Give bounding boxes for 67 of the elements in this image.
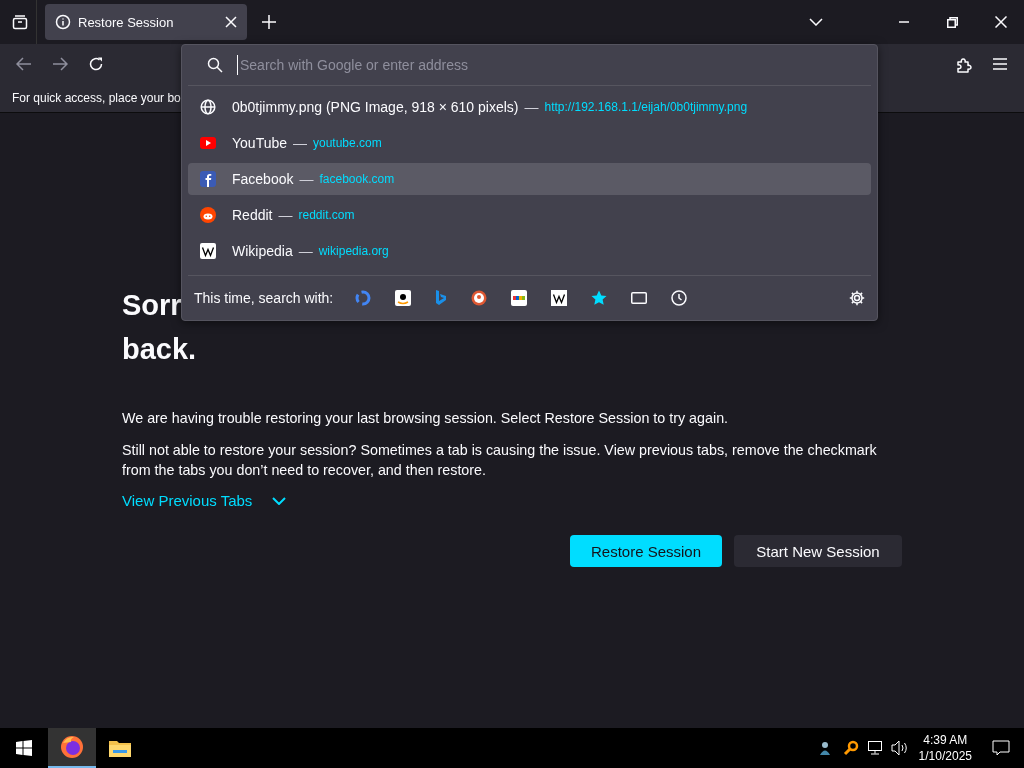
dash-separator: — xyxy=(293,135,307,151)
clock-date[interactable]: 1/10/2025 xyxy=(918,748,972,764)
w-logo-icon[interactable] xyxy=(551,290,568,306)
magnifier-icon[interactable] xyxy=(842,740,859,756)
b-logo-icon[interactable] xyxy=(435,290,448,306)
star-icon[interactable] xyxy=(591,290,608,306)
suggestion-row[interactable]: YouTube — youtube.com xyxy=(188,127,871,159)
dash-separator: — xyxy=(299,171,314,187)
suggestion-title: Reddit xyxy=(232,207,273,223)
message-paragraph: Still not able to restore your session? Sometimes a tab is causing the issue. View previous tabs, remove the checkmark from the tabs you don’t need to recover, and then restore. xyxy=(122,441,878,480)
view-previous-tabs-link[interactable]: View Previous Tabs xyxy=(122,492,253,509)
globe-icon xyxy=(200,99,216,115)
restore-session-button[interactable]: Restore Session xyxy=(570,535,722,567)
tab-list-icon[interactable] xyxy=(12,14,28,30)
clock-time[interactable]: 4:39 AM xyxy=(923,732,968,748)
fox-globe-icon xyxy=(60,735,84,759)
suggestion-row[interactable]: Facebook — facebook.com xyxy=(188,163,871,195)
suggestion-url: http://192.168.1.1/eijah/0b0tjimmy.png xyxy=(544,100,748,114)
suggestion-title: Facebook xyxy=(232,171,294,187)
suggestion-title: 0b0tjimmy.png (PNG Image, 918 × 610 pixels) xyxy=(232,99,519,115)
suggestion-url: facebook.com xyxy=(319,172,395,186)
network-icon[interactable] xyxy=(866,740,883,756)
back-arrow-icon[interactable] xyxy=(16,57,32,71)
notification-icon[interactable] xyxy=(992,740,1010,756)
taskbar-app[interactable] xyxy=(48,728,96,768)
folder-icon xyxy=(109,739,131,757)
close-icon[interactable] xyxy=(995,16,1007,28)
suggestion-title: Wikipedia xyxy=(232,243,293,259)
colored-logo-icon[interactable] xyxy=(511,290,528,306)
dash-separator: — xyxy=(278,207,293,223)
browser-tab[interactable]: Restore Session xyxy=(45,4,247,40)
tab-icon[interactable] xyxy=(631,292,648,304)
menu-icon[interactable] xyxy=(993,58,1007,70)
suggestion-row[interactable]: 0b0tjimmy.png (PNG Image, 918 × 610 pixels) — http://192.168.1.1/eijah/0b0tjimmy.png xyxy=(188,91,871,123)
close-icon[interactable] xyxy=(225,16,237,28)
suggestion-row[interactable]: Reddit — reddit.com xyxy=(188,199,871,231)
speaker-icon[interactable] xyxy=(890,740,909,756)
info-icon xyxy=(55,14,71,30)
search-icon xyxy=(207,57,223,73)
f-logo-icon xyxy=(200,171,216,187)
windows-logo-icon xyxy=(16,740,32,756)
error-heading: Sorr xyxy=(122,288,182,323)
reload-icon[interactable] xyxy=(88,56,104,72)
suggestion-title: YouTube xyxy=(232,135,287,151)
message-paragraph: We are having trouble restoring your last browsing session. Select Restore Session to try again. xyxy=(122,409,730,428)
a-logo-icon[interactable] xyxy=(395,290,412,306)
settings-icon[interactable] xyxy=(849,290,865,306)
w-logo-icon xyxy=(200,243,216,259)
play-logo-icon xyxy=(200,137,216,149)
suggestion-url: reddit.com xyxy=(298,208,355,222)
search-with-label: This time, search with: xyxy=(194,290,334,306)
dash-separator: — xyxy=(524,99,539,115)
suggestion-row[interactable]: Wikipedia — wikipedia.org xyxy=(188,235,871,267)
new-tab-icon[interactable] xyxy=(262,15,276,29)
alien-logo-icon xyxy=(200,207,216,223)
puzzle-piece-icon[interactable] xyxy=(957,55,973,73)
suggestion-url: youtube.com xyxy=(313,136,382,150)
chevron-down-icon[interactable] xyxy=(272,496,287,505)
error-heading: back. xyxy=(122,332,197,367)
suggestion-url: wikipedia.org xyxy=(318,244,389,258)
tab-title: Restore Session xyxy=(78,14,174,30)
clock-icon[interactable] xyxy=(671,290,688,306)
restore-icon[interactable] xyxy=(947,16,958,28)
forward-arrow-icon[interactable] xyxy=(52,57,68,71)
start-new-session-button[interactable]: Start New Session xyxy=(734,535,902,567)
dash-separator: — xyxy=(298,243,313,259)
bookmarks-hint-text: For quick access, place your bo xyxy=(12,91,181,105)
